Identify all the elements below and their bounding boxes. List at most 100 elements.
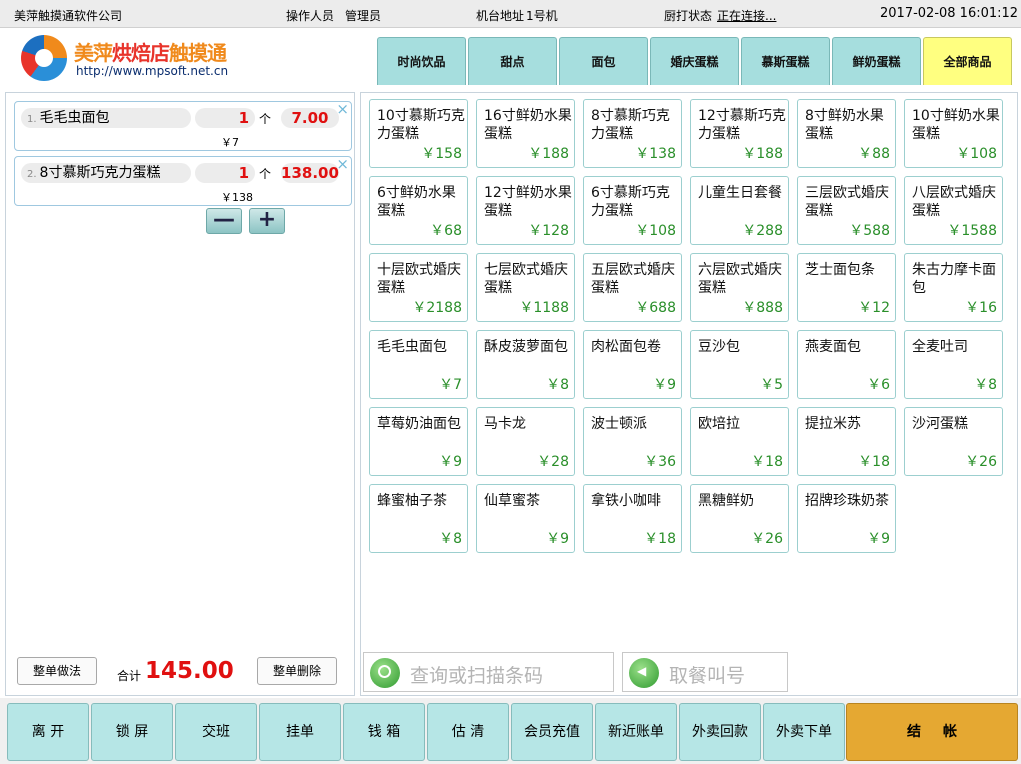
shift-handover-button[interactable]: 交班: [175, 703, 257, 761]
tab-fresh-cream-cakes[interactable]: 鲜奶蛋糕: [832, 37, 921, 85]
product-tile[interactable]: 马卡龙 ￥28: [476, 407, 575, 476]
product-tile[interactable]: 芝士面包条 ￥12: [797, 253, 896, 322]
product-tile[interactable]: 6寸鲜奶水果蛋糕 ￥68: [369, 176, 468, 245]
product-name: 12寸慕斯巧克力蛋糕: [698, 108, 786, 142]
product-tile[interactable]: 毛毛虫面包 ￥7: [369, 330, 468, 399]
recent-bills-button[interactable]: 新近账单: [595, 703, 677, 761]
tab-wedding-cakes[interactable]: 婚庆蛋糕: [650, 37, 739, 85]
whole-order-delete-button[interactable]: 整单删除: [257, 657, 337, 685]
product-name: 肉松面包卷: [591, 339, 661, 355]
product-tile[interactable]: 六层欧式婚庆蛋糕 ￥888: [690, 253, 789, 322]
product-tile[interactable]: 五层欧式婚庆蛋糕 ￥688: [583, 253, 682, 322]
product-tile[interactable]: 酥皮菠萝面包 ￥8: [476, 330, 575, 399]
product-name: 燕麦面包: [805, 339, 861, 355]
product-name: 6寸慕斯巧克力蛋糕: [591, 185, 670, 219]
tab-desserts[interactable]: 甜点: [468, 37, 557, 85]
brand-name: 美萍烘焙店触摸通: [74, 41, 227, 65]
product-name: 欧培拉: [698, 416, 740, 432]
product-tile[interactable]: 欧培拉 ￥18: [690, 407, 789, 476]
product-price: ￥8: [439, 531, 462, 547]
increase-qty-plus-icon[interactable]: +: [249, 208, 285, 234]
product-tile[interactable]: 三层欧式婚庆蛋糕 ￥588: [797, 176, 896, 245]
order-panel: 1. 毛毛虫面包 1 个 7.00 ￥7 × 2. 8寸慕斯巧克力蛋糕 1 个 13…: [5, 92, 355, 696]
product-name: 三层欧式婚庆蛋糕: [805, 185, 889, 219]
product-tile[interactable]: 全麦吐司 ￥8: [904, 330, 1003, 399]
sold-out-button[interactable]: 估 清: [427, 703, 509, 761]
product-tile[interactable]: 十层欧式婚庆蛋糕 ￥2188: [369, 253, 468, 322]
product-tile[interactable]: 蜂蜜柚子茶 ￥8: [369, 484, 468, 553]
product-name: 12寸鲜奶水果蛋糕: [484, 185, 572, 219]
status-bar: 美萍触摸通软件公司 操作人员 管理员 机台地址 1号机 厨打状态 正在连接...…: [0, 0, 1021, 28]
product-tile[interactable]: 16寸鲜奶水果蛋糕 ￥188: [476, 99, 575, 168]
product-tile[interactable]: 12寸鲜奶水果蛋糕 ￥128: [476, 176, 575, 245]
product-tile[interactable]: 10寸鲜奶水果蛋糕 ￥108: [904, 99, 1003, 168]
product-price: ￥888: [742, 300, 783, 316]
product-tile[interactable]: 八层欧式婚庆蛋糕 ￥1588: [904, 176, 1003, 245]
kitchen-print-status[interactable]: 正在连接...: [717, 7, 776, 24]
product-tile[interactable]: 6寸慕斯巧克力蛋糕 ￥108: [583, 176, 682, 245]
product-tile[interactable]: 七层欧式婚庆蛋糕 ￥1188: [476, 253, 575, 322]
product-tile[interactable]: 8寸鲜奶水果蛋糕 ￥88: [797, 99, 896, 168]
remove-item-close-icon[interactable]: ×: [336, 100, 349, 118]
whole-order-method-button[interactable]: 整单做法: [17, 657, 97, 685]
product-price: ￥28: [537, 454, 569, 470]
product-price: ￥8: [974, 377, 997, 393]
product-tile[interactable]: 招牌珍珠奶茶 ￥9: [797, 484, 896, 553]
product-price: ￥1188: [519, 300, 569, 316]
checkout-button[interactable]: 结帐: [846, 703, 1018, 761]
delivery-payment-button[interactable]: 外卖回款: [679, 703, 761, 761]
product-price: ￥88: [858, 146, 890, 162]
product-name: 6寸鲜奶水果蛋糕: [377, 185, 456, 219]
product-name: 五层欧式婚庆蛋糕: [591, 262, 675, 296]
remove-item-close-icon[interactable]: ×: [336, 155, 349, 173]
product-name: 八层欧式婚庆蛋糕: [912, 185, 996, 219]
hold-order-button[interactable]: 挂单: [259, 703, 341, 761]
product-tile[interactable]: 黑糖鲜奶 ￥26: [690, 484, 789, 553]
order-item[interactable]: 2. 8寸慕斯巧克力蛋糕 1 个 138.00 ￥138 ×: [14, 155, 352, 206]
product-tile[interactable]: 儿童生日套餐 ￥288: [690, 176, 789, 245]
product-tile[interactable]: 12寸慕斯巧克力蛋糕 ￥188: [690, 99, 789, 168]
product-price: ￥16: [965, 300, 997, 316]
order-item-unit-price: ￥7: [221, 136, 239, 149]
product-price: ￥9: [653, 377, 676, 393]
product-price: ￥108: [956, 146, 997, 162]
product-tile[interactable]: 燕麦面包 ￥6: [797, 330, 896, 399]
order-item[interactable]: 1. 毛毛虫面包 1 个 7.00 ￥7 ×: [14, 100, 352, 151]
terminal-label: 机台地址: [476, 9, 525, 23]
product-tile[interactable]: 沙河蛋糕 ￥26: [904, 407, 1003, 476]
operator-label: 操作人员: [286, 9, 335, 23]
call-number-input[interactable]: 取餐叫号: [622, 652, 788, 692]
brand-logo: 美萍烘焙店触摸通 http://www.mpsoft.net.cn: [18, 33, 238, 83]
order-item-qty[interactable]: 1: [195, 108, 255, 128]
order-item-qty[interactable]: 1: [195, 163, 255, 183]
product-tile[interactable]: 肉松面包卷 ￥9: [583, 330, 682, 399]
product-price: ￥9: [546, 531, 569, 547]
tab-fashion-drinks[interactable]: 时尚饮品: [377, 37, 466, 85]
product-tile[interactable]: 8寸慕斯巧克力蛋糕 ￥138: [583, 99, 682, 168]
exit-button[interactable]: 离 开: [7, 703, 89, 761]
tab-all-products[interactable]: 全部商品: [923, 37, 1012, 85]
lock-screen-button[interactable]: 锁 屏: [91, 703, 173, 761]
tab-bread[interactable]: 面包: [559, 37, 648, 85]
product-tile[interactable]: 朱古力摩卡面包 ￥16: [904, 253, 1003, 322]
product-price: ￥2188: [412, 300, 462, 316]
product-price: ￥188: [528, 146, 569, 162]
product-tile[interactable]: 草莓奶油面包 ￥9: [369, 407, 468, 476]
product-tile[interactable]: 波士顿派 ￥36: [583, 407, 682, 476]
product-tile[interactable]: 拿铁小咖啡 ￥18: [583, 484, 682, 553]
barcode-search-input[interactable]: 查询或扫描条码: [363, 652, 614, 692]
tab-mousse-cakes[interactable]: 慕斯蛋糕: [741, 37, 830, 85]
product-tile[interactable]: 仙草蜜茶 ￥9: [476, 484, 575, 553]
product-tile[interactable]: 豆沙包 ￥5: [690, 330, 789, 399]
product-tile[interactable]: 10寸慕斯巧克力蛋糕 ￥158: [369, 99, 468, 168]
member-recharge-button[interactable]: 会员充值: [511, 703, 593, 761]
product-name: 沙河蛋糕: [912, 416, 968, 432]
product-price: ￥6: [867, 377, 890, 393]
product-price: ￥8: [546, 377, 569, 393]
product-price: ￥26: [751, 531, 783, 547]
cash-drawer-button[interactable]: 钱 箱: [343, 703, 425, 761]
product-tile[interactable]: 提拉米苏 ￥18: [797, 407, 896, 476]
product-name: 十层欧式婚庆蛋糕: [377, 262, 461, 296]
delivery-order-button[interactable]: 外卖下单: [763, 703, 845, 761]
decrease-qty-minus-icon[interactable]: —: [206, 208, 242, 234]
